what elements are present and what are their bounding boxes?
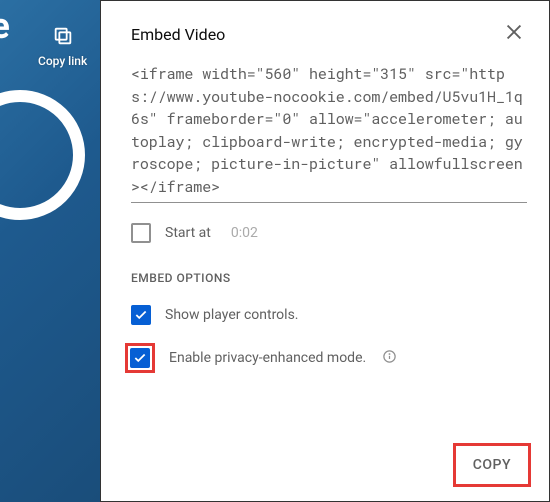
- panel-scroll-area[interactable]: <iframe width="560" height="315" src="ht…: [101, 55, 549, 433]
- highlight-copy-button: COPY: [453, 443, 531, 487]
- video-background: ire Copy link: [0, 0, 100, 502]
- info-icon[interactable]: [382, 349, 397, 368]
- privacy-label: Enable privacy-enhanced mode.: [169, 350, 366, 366]
- wordpress-logo-partial: [0, 90, 85, 220]
- panel-footer: COPY: [101, 433, 549, 501]
- close-button[interactable]: [499, 17, 529, 51]
- start-at-checkbox[interactable]: [131, 223, 151, 243]
- panel-header: Embed Video: [101, 1, 549, 55]
- start-at-time[interactable]: 0:02: [231, 225, 258, 241]
- privacy-mode-row: Enable privacy-enhanced mode.: [131, 343, 527, 373]
- show-controls-checkbox[interactable]: [131, 305, 151, 325]
- start-at-row: Start at 0:02: [131, 223, 527, 243]
- highlight-privacy-checkbox: [125, 343, 155, 373]
- bg-partial-title: ire: [0, 5, 9, 47]
- copy-link-label: Copy link: [38, 54, 87, 68]
- privacy-checkbox[interactable]: [130, 348, 150, 368]
- copy-link-option[interactable]: Copy link: [38, 25, 87, 68]
- show-controls-row: Show player controls.: [131, 305, 527, 325]
- show-controls-label: Show player controls.: [165, 307, 299, 323]
- embed-code-textarea[interactable]: <iframe width="560" height="315" src="ht…: [131, 63, 527, 203]
- copy-button[interactable]: COPY: [459, 449, 525, 481]
- copy-icon: [52, 25, 74, 51]
- panel-title: Embed Video: [131, 25, 225, 44]
- close-icon: [503, 21, 525, 43]
- start-at-label: Start at: [165, 225, 211, 241]
- embed-options-title: EMBED OPTIONS: [131, 271, 527, 285]
- embed-panel: Embed Video <iframe width="560" height="…: [100, 0, 550, 502]
